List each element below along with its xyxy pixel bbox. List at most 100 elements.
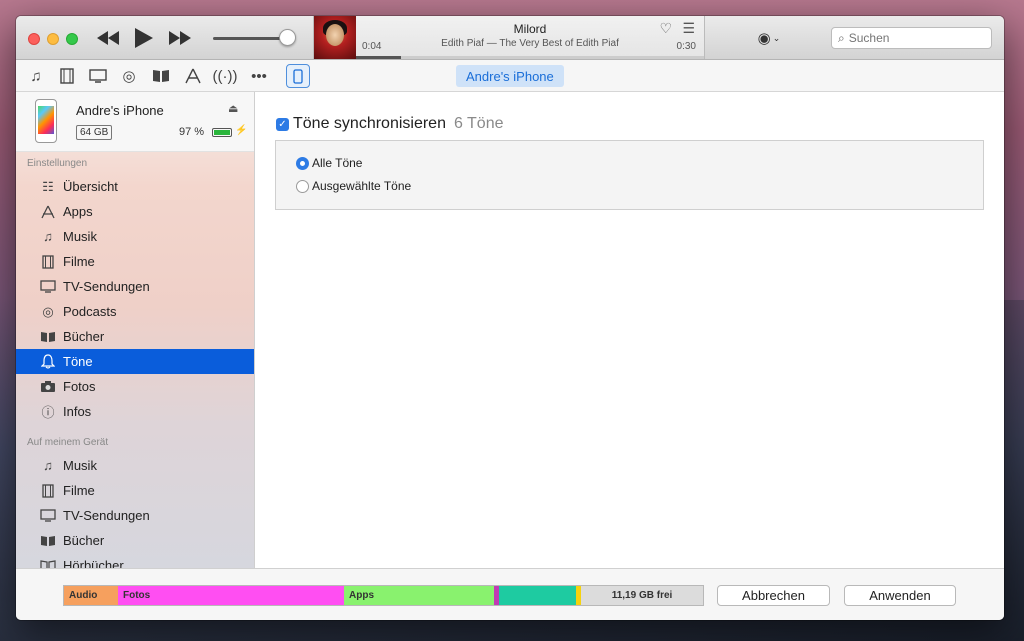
sidebar-item-label: Bücher bbox=[63, 533, 105, 548]
podcast-icon[interactable]: ◎ bbox=[118, 65, 140, 87]
tv-icon bbox=[39, 507, 57, 525]
checkmark-icon: ✓ bbox=[278, 118, 287, 130]
sidebar-item-label: TV-Sendungen bbox=[63, 508, 150, 523]
sidebar-item-music[interactable]: ♫ Musik bbox=[16, 224, 254, 249]
playback-progress-fill bbox=[356, 56, 402, 59]
sidebar-item-info[interactable]: ⓘ Infos bbox=[16, 399, 254, 424]
sync-tones-checkbox[interactable]: ✓ bbox=[276, 117, 289, 131]
sidebar-item-books[interactable]: Bücher bbox=[16, 324, 254, 349]
sidebar-item-label: TV-Sendungen bbox=[63, 279, 150, 294]
track-title: Milord bbox=[513, 22, 547, 36]
battery-percentage: 97 % bbox=[179, 126, 205, 138]
app-store-icon[interactable] bbox=[182, 65, 204, 87]
sidebar-item-tv-shows[interactable]: TV-Sendungen bbox=[16, 274, 254, 299]
info-icon: ⓘ bbox=[41, 405, 55, 420]
tones-content-pane: ✓ Töne synchronisieren 6 Töne Alle Töne … bbox=[256, 92, 1004, 568]
previous-track-button[interactable] bbox=[96, 27, 120, 49]
apps-icon bbox=[39, 203, 57, 221]
radio-all-tones[interactable] bbox=[296, 156, 309, 170]
radio-all-tones-label[interactable]: Alle Töne bbox=[312, 156, 362, 170]
iphone-icon bbox=[293, 68, 303, 84]
sidebar-item-podcasts[interactable]: ◎ Podcasts bbox=[16, 299, 254, 324]
film-icon bbox=[39, 482, 57, 500]
user-account-icon: ◉ bbox=[757, 30, 771, 47]
sidebar-item-photos[interactable]: Fotos bbox=[16, 374, 254, 399]
love-heart-icon[interactable]: ♡ bbox=[659, 20, 672, 37]
radio-antenna-icon[interactable]: ((·)) bbox=[213, 65, 238, 87]
volume-slider[interactable] bbox=[213, 37, 289, 40]
close-window-button[interactable] bbox=[28, 33, 40, 45]
sidebar-item-label: Podcasts bbox=[63, 304, 117, 319]
radio-all-tones-row[interactable]: Alle Töne bbox=[296, 156, 362, 170]
sync-tones-label[interactable]: Töne synchronisieren bbox=[293, 115, 446, 133]
sidebar-item-device-movies[interactable]: Filme bbox=[16, 478, 254, 503]
sidebar-item-tones[interactable]: Töne bbox=[16, 349, 254, 374]
account-button[interactable]: ◉ ⌄ bbox=[752, 27, 786, 49]
playback-progress-bar[interactable] bbox=[356, 56, 704, 59]
sidebar-item-label: Musik bbox=[63, 458, 97, 473]
podcast-icon: ◎ bbox=[42, 303, 54, 319]
zoom-window-button[interactable] bbox=[66, 33, 78, 45]
search-input[interactable] bbox=[848, 31, 969, 45]
sidebar-item-device-audiobooks[interactable]: Hörbücher bbox=[16, 553, 254, 568]
device-name: Andre's iPhone bbox=[76, 103, 164, 118]
media-toolbar: ♫ ◎ ((·)) ••• Andre's iPhone bbox=[16, 60, 1004, 92]
tv-icon[interactable] bbox=[87, 65, 109, 87]
cancel-button[interactable]: Abbrechen bbox=[717, 585, 830, 606]
radio-selected-tones-label[interactable]: Ausgewählte Töne bbox=[312, 179, 411, 193]
iphone-device-button[interactable] bbox=[286, 64, 310, 88]
charging-bolt-icon: ⚡ bbox=[235, 125, 248, 136]
sidebar-item-label: Infos bbox=[63, 404, 92, 419]
bottom-bar: Audio Fotos Apps 11,19 GB frei Abbrechen… bbox=[16, 568, 1004, 620]
next-track-button[interactable] bbox=[168, 27, 192, 49]
volume-knob[interactable] bbox=[279, 29, 296, 46]
capacity-segment-free: 11,19 GB frei bbox=[581, 586, 703, 605]
apply-button[interactable]: Anwenden bbox=[844, 585, 956, 606]
camera-icon bbox=[39, 378, 57, 396]
sidebar-item-apps[interactable]: Apps bbox=[16, 199, 254, 224]
music-note-icon: ♫ bbox=[43, 229, 53, 244]
device-name-tab[interactable]: Andre's iPhone bbox=[456, 65, 564, 87]
rewind-icon bbox=[97, 31, 119, 45]
sidebar-item-label: Filme bbox=[63, 254, 95, 269]
tones-count: 6 Töne bbox=[453, 115, 504, 132]
up-next-list-icon[interactable]: ☰ bbox=[682, 20, 695, 37]
sidebar-item-label: Musik bbox=[63, 229, 97, 244]
film-icon[interactable] bbox=[56, 65, 78, 87]
battery-icon bbox=[212, 128, 232, 137]
sidebar-item-summary[interactable]: ☷ Übersicht bbox=[16, 174, 254, 199]
book-icon bbox=[39, 328, 57, 346]
sidebar-item-device-books[interactable]: Bücher bbox=[16, 528, 254, 553]
more-icon[interactable]: ••• bbox=[248, 65, 270, 87]
sidebar-item-label: Fotos bbox=[63, 379, 96, 394]
play-button[interactable] bbox=[133, 27, 155, 49]
remaining-time: 0:30 bbox=[676, 41, 696, 52]
book-icon[interactable] bbox=[150, 65, 172, 87]
device-header: Andre's iPhone ⏏ 64 GB 97 % ⚡ bbox=[16, 92, 254, 152]
radio-selected-tones-row[interactable]: Ausgewählte Töne bbox=[296, 179, 411, 193]
capacity-bar: Audio Fotos Apps 11,19 GB frei bbox=[63, 585, 704, 606]
music-note-icon: ♫ bbox=[43, 458, 53, 473]
album-artwork bbox=[314, 16, 356, 59]
audiobook-icon bbox=[39, 557, 57, 568]
sidebar-item-label: Filme bbox=[63, 483, 95, 498]
sidebar-item-device-music[interactable]: ♫ Musik bbox=[16, 453, 254, 478]
sidebar-item-device-tv-shows[interactable]: TV-Sendungen bbox=[16, 503, 254, 528]
now-playing-display: Milord Edith Piaf — The Very Best of Edi… bbox=[313, 16, 705, 59]
capacity-segment-audio: Audio bbox=[64, 586, 118, 605]
fast-forward-icon bbox=[169, 31, 191, 45]
eject-icon[interactable]: ⏏ bbox=[228, 102, 238, 115]
itunes-window: Milord Edith Piaf — The Very Best of Edi… bbox=[16, 16, 1004, 620]
track-subtitle: Edith Piaf — The Very Best of Edith Piaf bbox=[441, 38, 619, 49]
on-device-section-header: Auf meinem Gerät bbox=[27, 437, 109, 448]
radio-selected-tones[interactable] bbox=[296, 179, 309, 193]
sidebar-item-movies[interactable]: Filme bbox=[16, 249, 254, 274]
sidebar: Andre's iPhone ⏏ 64 GB 97 % ⚡ Einstellun… bbox=[16, 92, 255, 568]
capacity-segment-apps: Apps bbox=[344, 586, 494, 605]
sync-tones-row: ✓ Töne synchronisieren 6 Töne bbox=[276, 115, 504, 133]
search-field[interactable]: ⌕ bbox=[831, 27, 992, 49]
minimize-window-button[interactable] bbox=[47, 33, 59, 45]
chevron-down-icon: ⌄ bbox=[772, 32, 781, 43]
music-note-icon[interactable]: ♫ bbox=[25, 65, 47, 87]
film-icon bbox=[39, 253, 57, 271]
